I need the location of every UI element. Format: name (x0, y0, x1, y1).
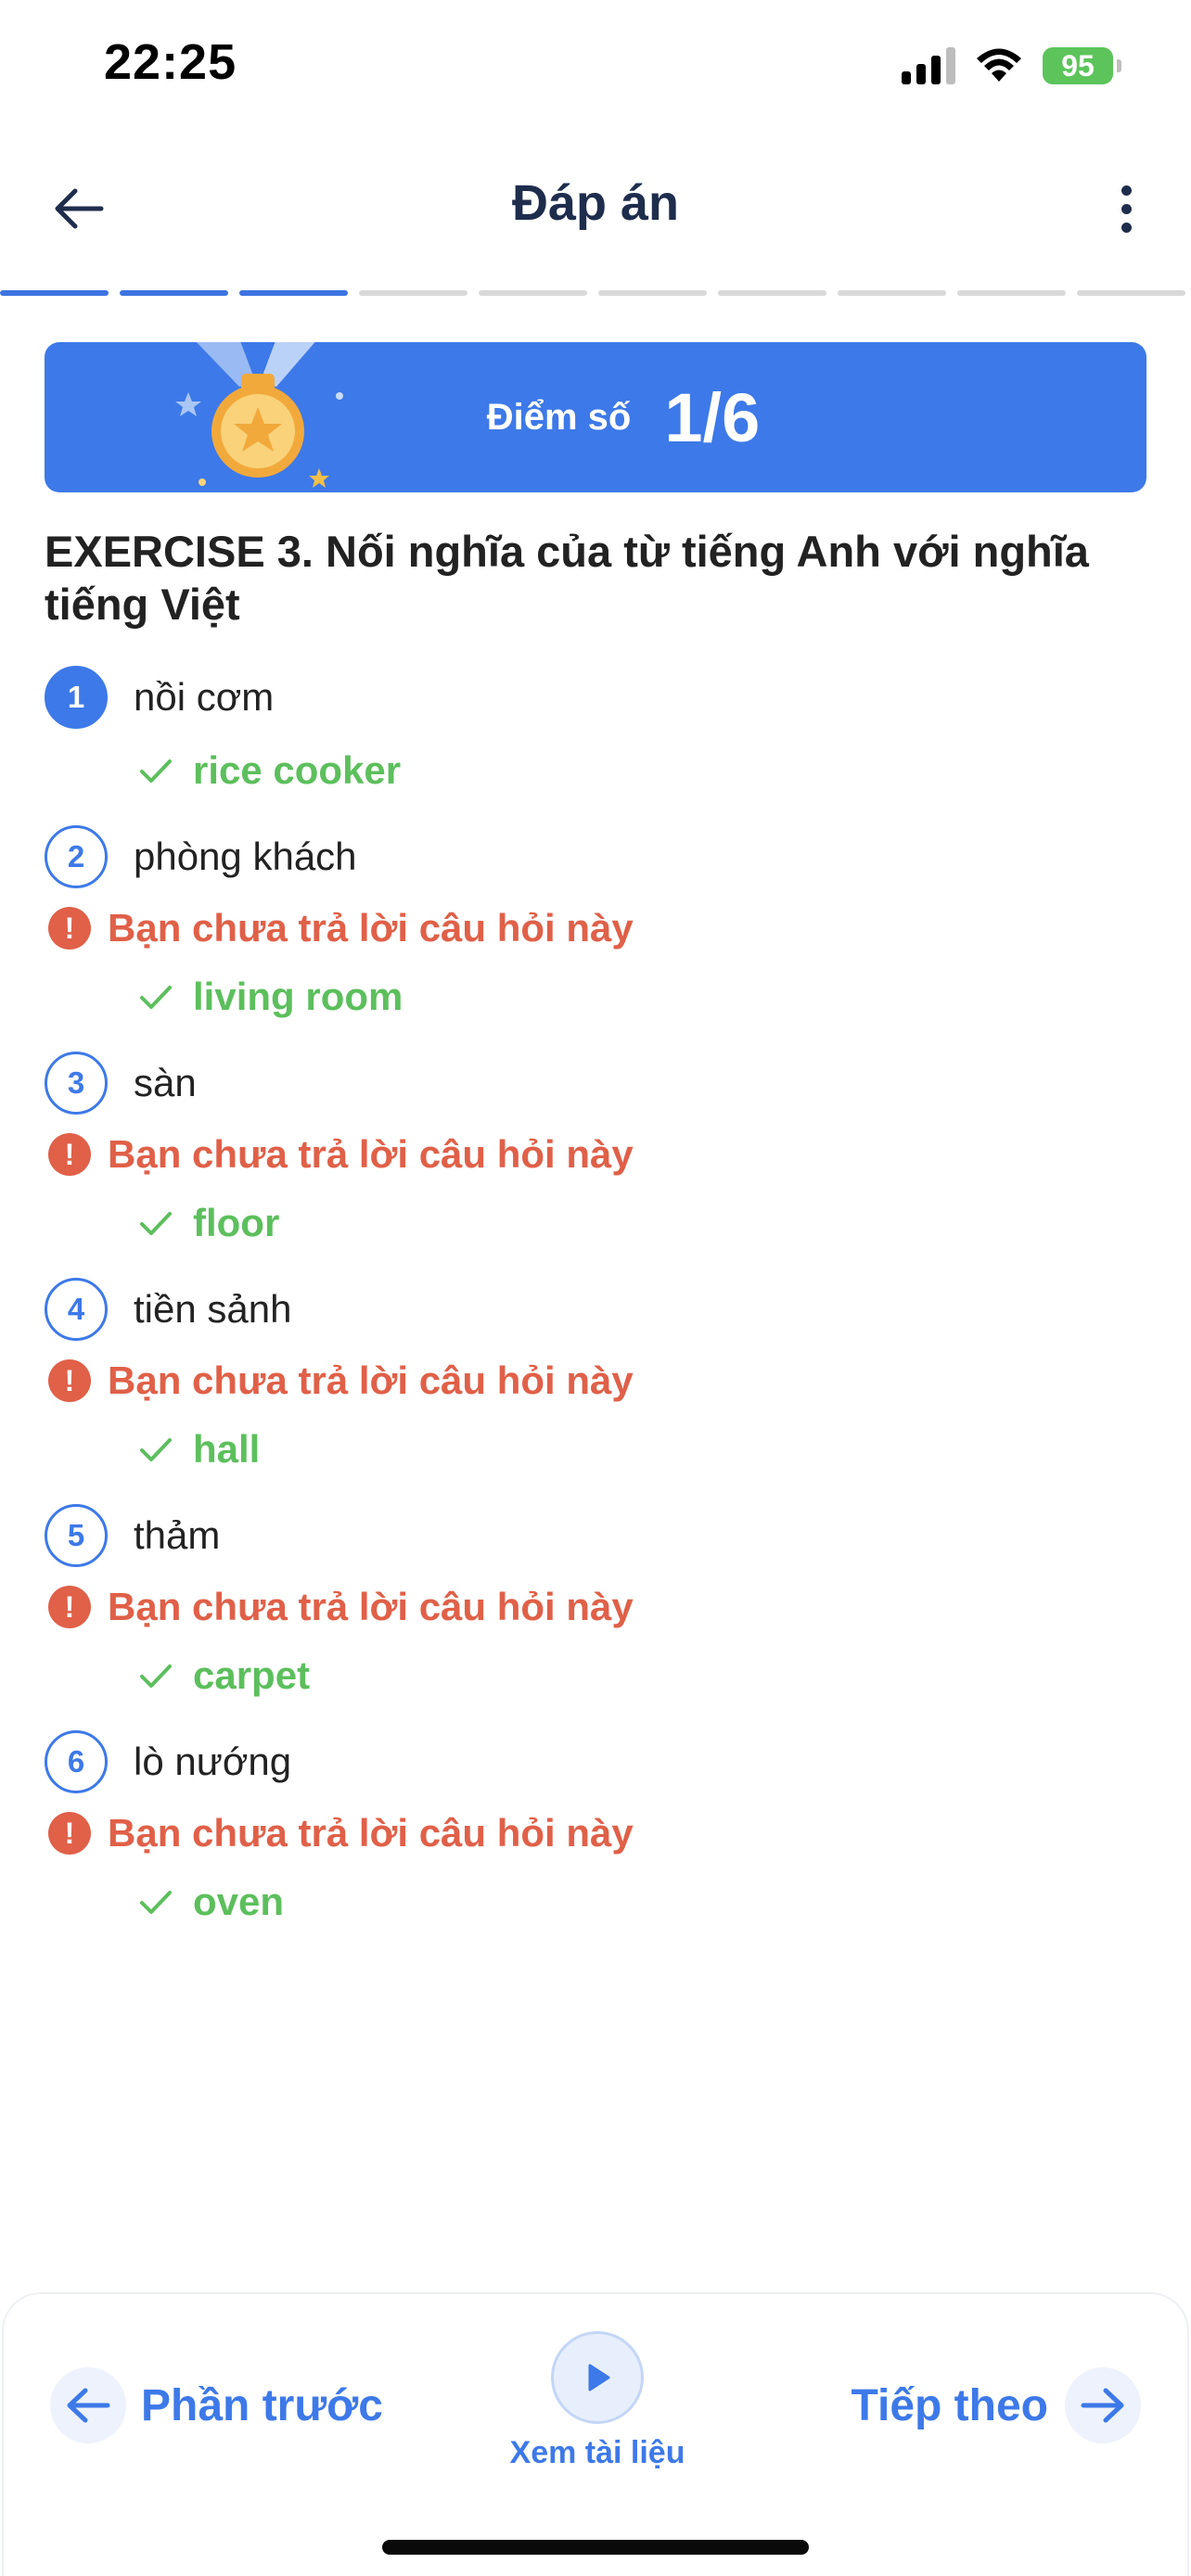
progress-segment (120, 290, 228, 296)
progress-segment (957, 290, 1066, 296)
warning-text: Bạn chưa trả lời câu hỏi này (108, 1132, 634, 1176)
signal-icon (902, 47, 955, 84)
answer-text: hall (193, 1427, 261, 1471)
progress-segment (479, 290, 587, 296)
exclamation-circle-icon: ! (48, 1133, 91, 1176)
question-text: lò nướng (134, 1740, 292, 1783)
answer-text: carpet (193, 1653, 311, 1697)
question-header: 4 tiền sảnh (45, 1276, 1146, 1343)
unanswered-warning: ! Bạn chưa trả lời câu hỏi này (45, 1578, 1146, 1636)
unanswered-warning: ! Bạn chưa trả lời câu hỏi này (45, 1804, 1146, 1862)
correct-answer: living room (45, 968, 1146, 1026)
view-document-button[interactable]: Xem tài liệu (505, 2331, 690, 2471)
question-text: sàn (134, 1061, 197, 1104)
progress-segment (838, 290, 946, 296)
wifi-icon (977, 48, 1021, 82)
warning-text: Bạn chưa trả lời câu hỏi này (108, 1358, 634, 1402)
question-header: 6 lò nướng (45, 1728, 1146, 1795)
previous-part-button[interactable]: Phần trước (50, 2367, 383, 2443)
question-item: 3 sàn! Bạn chưa trả lời câu hỏi này floor (45, 1050, 1146, 1252)
unanswered-warning: ! Bạn chưa trả lời câu hỏi này (45, 1352, 1146, 1409)
score-label: Điểm số (486, 396, 632, 438)
question-header: 5 thảm (45, 1502, 1146, 1569)
question-item: 5 thảm! Bạn chưa trả lời câu hỏi này carpet (45, 1502, 1146, 1704)
more-vertical-icon (1121, 185, 1132, 196)
correct-answer: carpet (45, 1647, 1146, 1704)
correct-answer: rice cooker (45, 742, 1146, 799)
previous-part-label: Phần trước (141, 2380, 383, 2430)
question-text: thảm (134, 1513, 221, 1557)
check-icon (140, 1212, 172, 1235)
score-banner: Điểm số 1/6 (45, 342, 1146, 492)
correct-answer: oven (45, 1873, 1146, 1931)
progress-segment (718, 290, 826, 296)
score-text: Điểm số 1/6 (45, 342, 1146, 492)
status-icons: 95 (902, 45, 1121, 87)
exclamation-circle-icon: ! (48, 1812, 91, 1855)
answer-text: oven (193, 1880, 285, 1923)
unanswered-warning: ! Bạn chưa trả lời câu hỏi này (45, 899, 1146, 957)
progress-bar (0, 290, 1191, 296)
warning-text: Bạn chưa trả lời câu hỏi này (108, 1811, 634, 1855)
check-icon (140, 986, 172, 1009)
question-header: 1 nồi cơm (45, 664, 1146, 731)
progress-segment (239, 290, 348, 296)
correct-answer: hall (45, 1421, 1146, 1478)
bottom-nav-bar: Phần trước Xem tài liệu Tiếp theo (2, 2292, 1189, 2576)
progress-segment (0, 290, 109, 296)
battery-level: 95 (1061, 48, 1095, 83)
question-item: 6 lò nướng! Bạn chưa trả lời câu hỏi này ov… (45, 1728, 1146, 1931)
question-text: nồi cơm (134, 675, 275, 719)
exclamation-circle-icon: ! (48, 1586, 91, 1628)
question-number-badge: 3 (45, 1052, 108, 1115)
arrow-left-circle-icon (50, 2367, 126, 2443)
progress-segment (598, 290, 707, 296)
question-item: 4 tiền sảnh! Bạn chưa trả lời câu hỏi này h… (45, 1276, 1146, 1478)
more-options-button[interactable] (1098, 176, 1154, 241)
question-header: 3 sàn (45, 1050, 1146, 1116)
warning-text: Bạn chưa trả lời câu hỏi này (108, 1585, 634, 1628)
status-time: 22:25 (104, 34, 237, 90)
answer-text: rice cooker (193, 748, 402, 792)
question-list: 1 nồi cơm rice cooker 2 phòng khách! Bạn chưa… (45, 664, 1146, 1931)
status-bar: 22:25 95 (0, 0, 1191, 139)
home-indicator (382, 2540, 809, 2555)
warning-text: Bạn chưa trả lời câu hỏi này (108, 906, 634, 950)
question-number-badge: 4 (45, 1278, 108, 1341)
exercise-title: EXERCISE 3. Nối nghĩa của từ tiếng Anh v… (45, 527, 1089, 629)
check-icon (140, 1664, 172, 1688)
unanswered-warning: ! Bạn chưa trả lời câu hỏi này (45, 1126, 1146, 1183)
next-label: Tiếp theo (851, 2380, 1048, 2430)
question-number-badge: 1 (45, 666, 108, 729)
view-document-label: Xem tài liệu (509, 2435, 685, 2470)
nav-header: Đáp án (0, 139, 1191, 278)
answer-text: living room (193, 975, 403, 1018)
correct-answer: floor (45, 1194, 1146, 1252)
question-text: tiền sảnh (134, 1287, 292, 1331)
page-title: Đáp án (511, 175, 680, 231)
battery-icon: 95 (1043, 47, 1121, 84)
play-icon (551, 2331, 644, 2424)
question-item: 1 nồi cơm rice cooker (45, 664, 1146, 799)
score-value: 1/6 (664, 378, 761, 456)
question-header: 2 phòng khách (45, 823, 1146, 890)
next-button[interactable]: Tiếp theo (852, 2367, 1141, 2443)
question-number-badge: 2 (45, 825, 108, 888)
question-number-badge: 5 (45, 1504, 108, 1567)
check-icon (140, 1891, 172, 1914)
check-icon (140, 759, 172, 783)
progress-segment (1077, 290, 1185, 296)
exclamation-circle-icon: ! (48, 1359, 91, 1402)
progress-segment (359, 290, 467, 296)
arrow-right-circle-icon (1065, 2367, 1141, 2443)
check-icon (140, 1438, 172, 1461)
answer-text: floor (193, 1201, 280, 1244)
question-text: phòng khách (134, 835, 357, 878)
exclamation-circle-icon: ! (48, 907, 91, 950)
question-item: 2 phòng khách! Bạn chưa trả lời câu hỏi nà… (45, 823, 1146, 1026)
question-number-badge: 6 (45, 1730, 108, 1793)
